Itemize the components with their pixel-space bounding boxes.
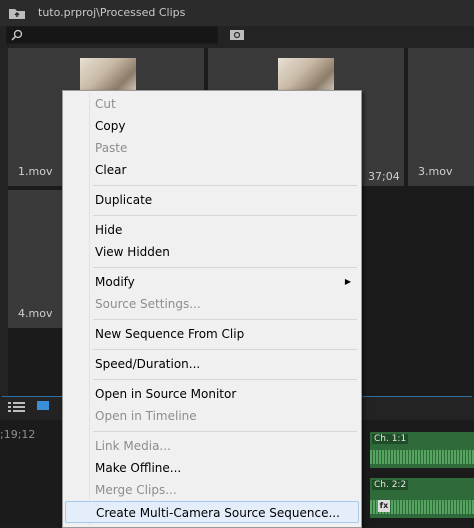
folder-up-icon[interactable]: [8, 6, 26, 20]
menu-item-open-in-source-monitor[interactable]: Open in Source Monitor: [65, 383, 359, 405]
menu-separator: [93, 319, 357, 320]
menu-separator: [93, 267, 357, 268]
icon-view-icon[interactable]: [36, 400, 50, 412]
menu-item-open-in-timeline[interactable]: Open in Timeline: [65, 405, 359, 427]
menu-item-speed-duration[interactable]: Speed/Duration...: [65, 353, 359, 375]
menu-item-merge-clips[interactable]: Merge Clips...: [65, 479, 359, 501]
list-view-icon[interactable]: [8, 401, 26, 413]
search-icon: [11, 29, 23, 41]
track-label: Ch. 2:2: [372, 480, 409, 490]
audio-clip-ch1[interactable]: Ch. 1:1: [370, 432, 474, 468]
menu-item-copy[interactable]: Copy: [65, 115, 359, 137]
clip-name: 1.mov: [18, 165, 53, 178]
menu-separator: [93, 379, 357, 380]
menu-separator: [93, 215, 357, 216]
menu-separator: [93, 349, 357, 350]
menu-item-hide[interactable]: Hide: [65, 219, 359, 241]
clip-tile-3[interactable]: 3.mov: [408, 48, 474, 186]
search-input[interactable]: [6, 26, 218, 44]
clip-duration: 37;04: [368, 170, 400, 183]
audio-waveform: [370, 450, 474, 464]
menu-item-duplicate[interactable]: Duplicate: [65, 189, 359, 211]
path-bar: tuto.prproj\Processed Clips: [0, 0, 474, 26]
track-label: Ch. 1:1: [372, 434, 409, 444]
menu-item-cut[interactable]: Cut: [65, 93, 359, 115]
timeline-timecode: ;19;12: [0, 428, 36, 441]
new-search-bin-icon[interactable]: [230, 28, 244, 40]
context-menu: Cut Copy Paste Clear Duplicate Hide View…: [62, 90, 362, 528]
menu-item-create-multicam-sequence[interactable]: Create Multi-Camera Source Sequence...: [65, 501, 359, 523]
fx-icon: fx: [378, 500, 390, 512]
menu-item-paste[interactable]: Paste: [65, 137, 359, 159]
menu-item-clear[interactable]: Clear: [65, 159, 359, 181]
menu-item-modify[interactable]: Modify ▶: [65, 271, 359, 293]
submenu-arrow-icon: ▶: [344, 277, 351, 286]
project-path: tuto.prproj\Processed Clips: [38, 6, 186, 19]
audio-clip-ch2[interactable]: Ch. 2:2: [370, 478, 474, 518]
search-row: [0, 26, 474, 46]
menu-item-make-offline[interactable]: Make Offline...: [65, 457, 359, 479]
clip-name: 3.mov: [418, 165, 453, 178]
menu-item-new-sequence-from-clip[interactable]: New Sequence From Clip: [65, 323, 359, 345]
menu-item-link-media[interactable]: Link Media...: [65, 435, 359, 457]
menu-separator: [93, 431, 357, 432]
menu-item-source-settings[interactable]: Source Settings...: [65, 293, 359, 315]
menu-separator: [93, 185, 357, 186]
menu-item-view-hidden[interactable]: View Hidden: [65, 241, 359, 263]
clip-name: 4.mov: [18, 307, 53, 320]
